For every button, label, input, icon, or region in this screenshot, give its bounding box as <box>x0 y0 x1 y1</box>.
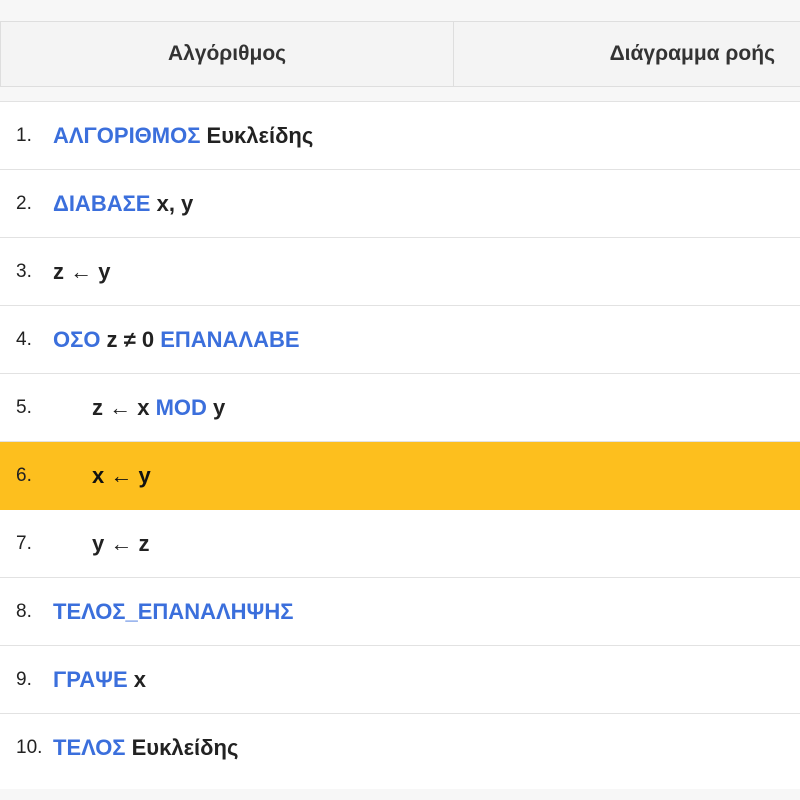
line-number: 6. <box>16 465 32 486</box>
code-token: z ← y <box>53 259 111 284</box>
line-number: 2. <box>16 193 32 214</box>
line-code: z ← x MOD y <box>92 374 225 441</box>
line-number: 10. <box>16 737 43 758</box>
keyword-token: ΤΕΛΟΣ <box>53 735 126 760</box>
algorithm-lines: 1. ΑΛΓΟΡΙΘΜΟΣ Ευκλείδης 2. ΔΙΑΒΑΣΕ x, y 3. z … <box>0 101 800 789</box>
algorithm-line[interactable]: 10. ΤΕΛΟΣ Ευκλείδης <box>0 714 800 789</box>
line-number: 1. <box>16 125 32 146</box>
column-header-algorithm: Αλγόριθμος <box>1 22 454 86</box>
algorithm-line-current[interactable]: 6. x ← y <box>0 442 800 510</box>
algorithm-line[interactable]: 1. ΑΛΓΟΡΙΘΜΟΣ Ευκλείδης <box>0 102 800 170</box>
line-code: ΤΕΛΟΣ Ευκλείδης <box>53 714 238 781</box>
keyword-token: MOD <box>155 395 207 420</box>
code-token: z ≠ 0 <box>100 327 161 352</box>
code-token: x ← y <box>92 463 151 488</box>
algorithm-line[interactable]: 3. z ← y <box>0 238 800 306</box>
keyword-token: ΕΠΑΝΑΛΑΒΕ <box>160 327 300 352</box>
keyword-token: ΤΕΛΟΣ_ΕΠΑΝΑΛΗΨΗΣ <box>53 599 294 624</box>
algorithm-line[interactable]: 5. z ← x MOD y <box>0 374 800 442</box>
line-code: ΑΛΓΟΡΙΘΜΟΣ Ευκλείδης <box>53 102 313 169</box>
line-code: x ← y <box>92 442 151 509</box>
line-code: ΟΣΟ z ≠ 0 ΕΠΑΝΑΛΑΒΕ <box>53 306 300 373</box>
line-code: y ← z <box>92 510 149 577</box>
line-code: ΔΙΑΒΑΣΕ x, y <box>53 170 193 237</box>
algorithm-line[interactable]: 9. ΓΡΑΨΕ x <box>0 646 800 714</box>
keyword-token: ΟΣΟ <box>53 327 101 352</box>
code-token: Ευκλείδης <box>200 123 314 148</box>
algorithm-line[interactable]: 8. ΤΕΛΟΣ_ΕΠΑΝΑΛΗΨΗΣ <box>0 578 800 646</box>
code-token: x <box>127 667 146 692</box>
algorithm-line[interactable]: 7. y ← z <box>0 510 800 578</box>
keyword-token: ΔΙΑΒΑΣΕ <box>53 191 151 216</box>
algorithm-view: Αλγόριθμος Διάγραμμα ροής 1. ΑΛΓΟΡΙΘΜΟΣ Ε… <box>0 0 800 800</box>
line-number: 5. <box>16 397 32 418</box>
code-token: y ← z <box>92 531 150 556</box>
line-number: 8. <box>16 601 32 622</box>
line-number: 9. <box>16 669 32 690</box>
keyword-token: ΓΡΑΨΕ <box>53 667 128 692</box>
line-code: ΤΕΛΟΣ_ΕΠΑΝΑΛΗΨΗΣ <box>53 578 293 645</box>
column-header-flowchart[interactable]: Διάγραμμα ροής <box>454 22 775 86</box>
code-token: z ← x <box>92 395 156 420</box>
algorithm-line[interactable]: 4. ΟΣΟ z ≠ 0 ΕΠΑΝΑΛΑΒΕ <box>0 306 800 374</box>
algorithm-line[interactable]: 2. ΔΙΑΒΑΣΕ x, y <box>0 170 800 238</box>
line-number: 3. <box>16 261 32 282</box>
line-number: 4. <box>16 329 32 350</box>
line-code: ΓΡΑΨΕ x <box>53 646 146 713</box>
table-header: Αλγόριθμος Διάγραμμα ροής <box>0 21 800 87</box>
code-token: y <box>206 395 226 420</box>
line-code: z ← y <box>53 238 110 305</box>
line-number: 7. <box>16 533 32 554</box>
keyword-token: ΑΛΓΟΡΙΘΜΟΣ <box>53 123 201 148</box>
code-token: x, y <box>150 191 194 216</box>
code-token: Ευκλείδης <box>125 735 239 760</box>
